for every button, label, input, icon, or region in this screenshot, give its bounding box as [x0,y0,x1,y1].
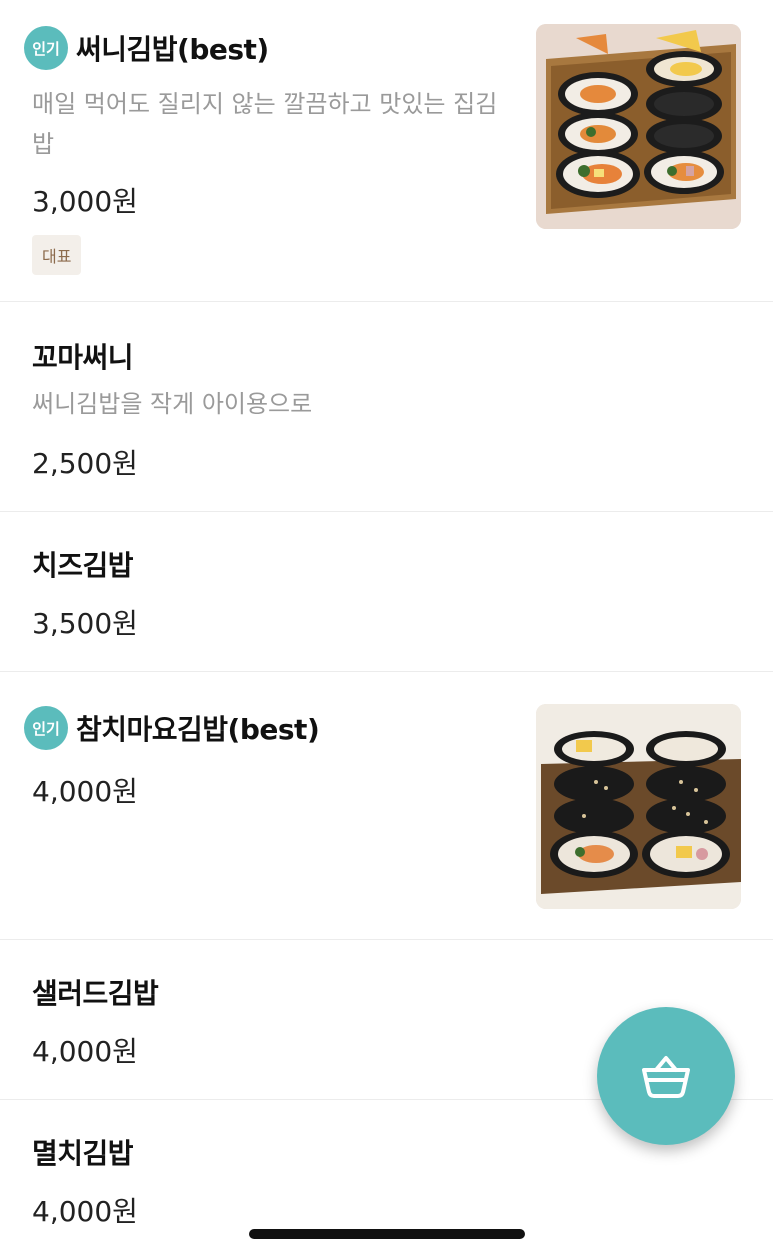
menu-item-cheese-gimbap[interactable]: 치즈김밥 3,500원 [0,512,773,672]
item-name: 멸치김밥 [32,1137,134,1170]
item-name: 꼬마써니 [32,341,134,374]
item-price: 4,000원 [32,1195,138,1228]
item-description: 매일 먹어도 질리지 않는 깔끔하고 맛있는 집김밥 [32,90,498,158]
item-name: 샐러드김밥 [32,977,159,1010]
item-name: 써니김밥(best) [76,33,269,66]
item-name: 참치마요김밥(best) [76,713,320,746]
shopping-basket-icon [642,1056,690,1098]
item-photo-tuna-gimbap [536,704,741,909]
item-price: 2,500원 [32,447,138,480]
signature-tag: 대표 [32,235,82,275]
name-row: 인기 써니김밥(best) [24,26,269,70]
item-price: 3,000원 [32,185,138,218]
item-description: 써니김밥을 작게 아이용으로 [32,390,313,418]
menu-item-mini-sunny[interactable]: 꼬마써니 써니김밥을 작게 아이용으로 2,500원 [0,302,773,512]
item-price: 4,000원 [32,1035,138,1068]
item-price: 4,000원 [32,775,138,808]
name-row: 인기 참치마요김밥(best) [24,706,320,750]
home-indicator [249,1229,525,1239]
menu-item-tuna-mayo-gimbap[interactable]: 인기 참치마요김밥(best) 4,000원 [0,672,773,940]
popular-badge: 인기 [24,706,68,750]
menu-item-sunny-gimbap[interactable]: 인기 써니김밥(best) 매일 먹어도 질리지 않는 깔끔하고 맛있는 집김밥… [0,0,773,302]
item-photo-gimbap [536,24,741,229]
popular-badge: 인기 [24,26,68,70]
item-price: 3,500원 [32,607,138,640]
item-name: 치즈김밥 [32,549,134,582]
cart-button[interactable] [597,1007,735,1145]
